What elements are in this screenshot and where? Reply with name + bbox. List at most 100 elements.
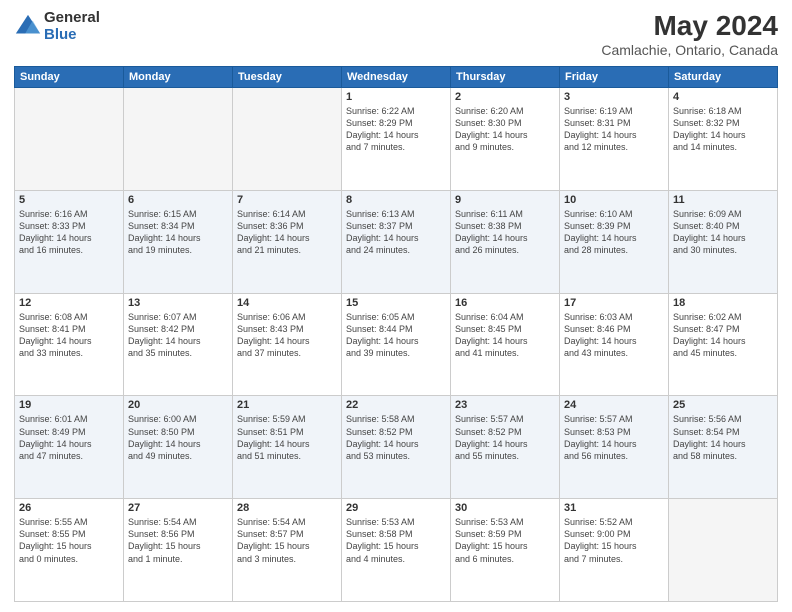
calendar-cell bbox=[669, 499, 778, 602]
day-number: 1 bbox=[346, 91, 446, 103]
day-info: Sunrise: 5:56 AM Sunset: 8:54 PM Dayligh… bbox=[673, 413, 773, 462]
day-number: 6 bbox=[128, 194, 228, 206]
title-block: May 2024 Camlachie, Ontario, Canada bbox=[601, 10, 778, 58]
calendar-cell: 25Sunrise: 5:56 AM Sunset: 8:54 PM Dayli… bbox=[669, 396, 778, 499]
day-number: 18 bbox=[673, 297, 773, 309]
day-info: Sunrise: 6:07 AM Sunset: 8:42 PM Dayligh… bbox=[128, 311, 228, 360]
day-number: 4 bbox=[673, 91, 773, 103]
calendar-week-row: 1 Sunrise: 6:22 AM Sunset: 8:29 PM Daylig… bbox=[15, 88, 778, 191]
day-header-monday: Monday bbox=[124, 67, 233, 88]
calendar-week-row: 12 Sunrise: 6:08 AM Sunset: 8:41 PM Dayli… bbox=[15, 293, 778, 396]
logo: General Blue bbox=[14, 10, 100, 43]
day-number: 17 bbox=[564, 297, 664, 309]
calendar-cell: 11Sunrise: 6:09 AM Sunset: 8:40 PM Dayli… bbox=[669, 190, 778, 293]
day-number: 8 bbox=[346, 194, 446, 206]
day-info: Sunrise: 6:22 AM Sunset: 8:29 PM Dayligh… bbox=[346, 105, 446, 154]
calendar-cell: 26 Sunrise: 5:55 AM Sunset: 8:55 PM Dayli… bbox=[15, 499, 124, 602]
day-number: 30 bbox=[455, 502, 555, 514]
day-header-friday: Friday bbox=[560, 67, 669, 88]
day-info: Sunrise: 6:14 AM Sunset: 8:36 PM Dayligh… bbox=[237, 208, 337, 257]
day-info: Sunrise: 5:57 AM Sunset: 8:52 PM Dayligh… bbox=[455, 413, 555, 462]
day-number: 10 bbox=[564, 194, 664, 206]
calendar-cell: 24 Sunrise: 5:57 AM Sunset: 8:53 PM Dayli… bbox=[560, 396, 669, 499]
day-info: Sunrise: 6:19 AM Sunset: 8:31 PM Dayligh… bbox=[564, 105, 664, 154]
calendar-table: SundayMondayTuesdayWednesdayThursdayFrid… bbox=[14, 66, 778, 602]
calendar-body: 1 Sunrise: 6:22 AM Sunset: 8:29 PM Daylig… bbox=[15, 88, 778, 602]
day-info: Sunrise: 6:08 AM Sunset: 8:41 PM Dayligh… bbox=[19, 311, 119, 360]
day-info: Sunrise: 5:54 AM Sunset: 8:56 PM Dayligh… bbox=[128, 516, 228, 565]
day-number: 7 bbox=[237, 194, 337, 206]
calendar-cell: 12 Sunrise: 6:08 AM Sunset: 8:41 PM Dayli… bbox=[15, 293, 124, 396]
day-info: Sunrise: 5:55 AM Sunset: 8:55 PM Dayligh… bbox=[19, 516, 119, 565]
day-info: Sunrise: 6:20 AM Sunset: 8:30 PM Dayligh… bbox=[455, 105, 555, 154]
day-info: Sunrise: 6:15 AM Sunset: 8:34 PM Dayligh… bbox=[128, 208, 228, 257]
day-info: Sunrise: 6:00 AM Sunset: 8:50 PM Dayligh… bbox=[128, 413, 228, 462]
calendar-cell: 31 Sunrise: 5:52 AM Sunset: 9:00 PM Dayli… bbox=[560, 499, 669, 602]
day-number: 20 bbox=[128, 399, 228, 411]
day-number: 19 bbox=[19, 399, 119, 411]
day-number: 16 bbox=[455, 297, 555, 309]
day-number: 15 bbox=[346, 297, 446, 309]
calendar-cell: 10Sunrise: 6:10 AM Sunset: 8:39 PM Dayli… bbox=[560, 190, 669, 293]
day-number: 27 bbox=[128, 502, 228, 514]
calendar-cell: 1 Sunrise: 6:22 AM Sunset: 8:29 PM Daylig… bbox=[342, 88, 451, 191]
day-header-wednesday: Wednesday bbox=[342, 67, 451, 88]
calendar-cell: 27 Sunrise: 5:54 AM Sunset: 8:56 PM Dayli… bbox=[124, 499, 233, 602]
calendar-cell bbox=[124, 88, 233, 191]
day-info: Sunrise: 6:05 AM Sunset: 8:44 PM Dayligh… bbox=[346, 311, 446, 360]
calendar-cell: 14Sunrise: 6:06 AM Sunset: 8:43 PM Dayli… bbox=[233, 293, 342, 396]
day-info: Sunrise: 6:16 AM Sunset: 8:33 PM Dayligh… bbox=[19, 208, 119, 257]
day-number: 3 bbox=[564, 91, 664, 103]
day-info: Sunrise: 5:52 AM Sunset: 9:00 PM Dayligh… bbox=[564, 516, 664, 565]
calendar-cell: 4Sunrise: 6:18 AM Sunset: 8:32 PM Daylig… bbox=[669, 88, 778, 191]
calendar-cell: 15 Sunrise: 6:05 AM Sunset: 8:44 PM Dayli… bbox=[342, 293, 451, 396]
calendar-cell: 8 Sunrise: 6:13 AM Sunset: 8:37 PM Daylig… bbox=[342, 190, 451, 293]
calendar-cell: 2Sunrise: 6:20 AM Sunset: 8:30 PM Daylig… bbox=[451, 88, 560, 191]
day-number: 13 bbox=[128, 297, 228, 309]
day-header-sunday: Sunday bbox=[15, 67, 124, 88]
logo-text: General Blue bbox=[44, 10, 100, 43]
day-info: Sunrise: 5:59 AM Sunset: 8:51 PM Dayligh… bbox=[237, 413, 337, 462]
calendar-cell: 18 Sunrise: 6:02 AM Sunset: 8:47 PM Dayli… bbox=[669, 293, 778, 396]
header: General Blue May 2024 Camlachie, Ontario… bbox=[14, 10, 778, 58]
calendar-week-row: 19Sunrise: 6:01 AM Sunset: 8:49 PM Dayli… bbox=[15, 396, 778, 499]
day-number: 28 bbox=[237, 502, 337, 514]
calendar-cell bbox=[15, 88, 124, 191]
day-number: 14 bbox=[237, 297, 337, 309]
page: General Blue May 2024 Camlachie, Ontario… bbox=[0, 0, 792, 612]
day-number: 22 bbox=[346, 399, 446, 411]
day-header-tuesday: Tuesday bbox=[233, 67, 342, 88]
calendar-cell: 9Sunrise: 6:11 AM Sunset: 8:38 PM Daylig… bbox=[451, 190, 560, 293]
day-info: Sunrise: 6:13 AM Sunset: 8:37 PM Dayligh… bbox=[346, 208, 446, 257]
day-number: 12 bbox=[19, 297, 119, 309]
day-info: Sunrise: 5:58 AM Sunset: 8:52 PM Dayligh… bbox=[346, 413, 446, 462]
calendar-cell: 30 Sunrise: 5:53 AM Sunset: 8:59 PM Dayli… bbox=[451, 499, 560, 602]
calendar-cell: 5 Sunrise: 6:16 AM Sunset: 8:33 PM Daylig… bbox=[15, 190, 124, 293]
calendar-cell: 16Sunrise: 6:04 AM Sunset: 8:45 PM Dayli… bbox=[451, 293, 560, 396]
day-info: Sunrise: 5:53 AM Sunset: 8:58 PM Dayligh… bbox=[346, 516, 446, 565]
day-info: Sunrise: 6:09 AM Sunset: 8:40 PM Dayligh… bbox=[673, 208, 773, 257]
day-number: 24 bbox=[564, 399, 664, 411]
day-number: 26 bbox=[19, 502, 119, 514]
calendar-week-row: 26 Sunrise: 5:55 AM Sunset: 8:55 PM Dayli… bbox=[15, 499, 778, 602]
day-header-row: SundayMondayTuesdayWednesdayThursdayFrid… bbox=[15, 67, 778, 88]
day-number: 29 bbox=[346, 502, 446, 514]
calendar-cell: 7 Sunrise: 6:14 AM Sunset: 8:36 PM Daylig… bbox=[233, 190, 342, 293]
day-info: Sunrise: 5:53 AM Sunset: 8:59 PM Dayligh… bbox=[455, 516, 555, 565]
location: Camlachie, Ontario, Canada bbox=[601, 42, 778, 58]
day-info: Sunrise: 6:02 AM Sunset: 8:47 PM Dayligh… bbox=[673, 311, 773, 360]
day-number: 5 bbox=[19, 194, 119, 206]
day-number: 21 bbox=[237, 399, 337, 411]
day-info: Sunrise: 6:11 AM Sunset: 8:38 PM Dayligh… bbox=[455, 208, 555, 257]
calendar-cell bbox=[233, 88, 342, 191]
day-number: 31 bbox=[564, 502, 664, 514]
calendar-header: SundayMondayTuesdayWednesdayThursdayFrid… bbox=[15, 67, 778, 88]
calendar-cell: 6 Sunrise: 6:15 AM Sunset: 8:34 PM Daylig… bbox=[124, 190, 233, 293]
logo-general-label: General bbox=[44, 10, 100, 27]
day-info: Sunrise: 5:57 AM Sunset: 8:53 PM Dayligh… bbox=[564, 413, 664, 462]
calendar-cell: 23Sunrise: 5:57 AM Sunset: 8:52 PM Dayli… bbox=[451, 396, 560, 499]
month-year: May 2024 bbox=[601, 10, 778, 42]
day-info: Sunrise: 6:03 AM Sunset: 8:46 PM Dayligh… bbox=[564, 311, 664, 360]
calendar-cell: 28Sunrise: 5:54 AM Sunset: 8:57 PM Dayli… bbox=[233, 499, 342, 602]
calendar-cell: 20 Sunrise: 6:00 AM Sunset: 8:50 PM Dayli… bbox=[124, 396, 233, 499]
